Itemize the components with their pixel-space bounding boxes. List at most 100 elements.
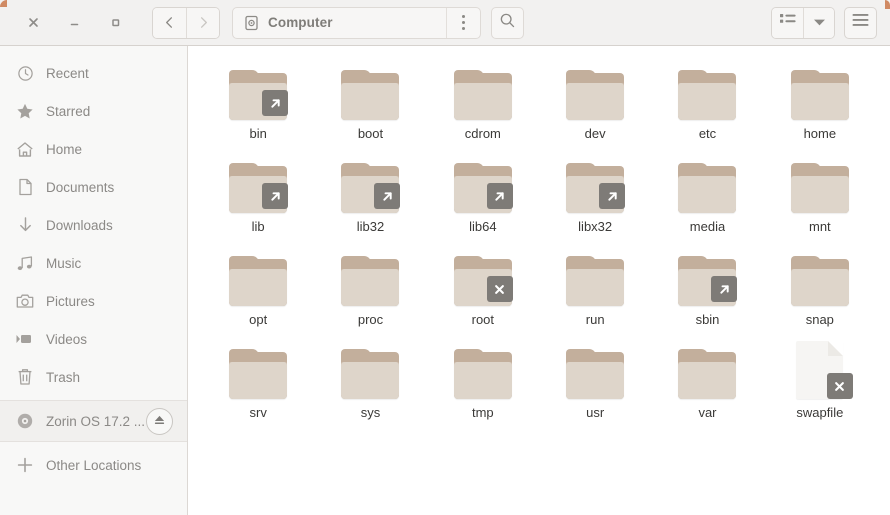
camera-icon [14,293,36,309]
file-item-label: proc [357,312,384,327]
file-icon [788,339,853,399]
file-item[interactable]: media [651,149,763,242]
file-item[interactable]: var [651,335,763,428]
hamburger-menu-icon [852,13,869,32]
file-item-label: media [689,219,726,234]
sidebar-item-documents[interactable]: Documents [0,168,187,206]
file-item[interactable]: cdrom [427,56,539,149]
path-menu-button[interactable] [446,7,480,38]
file-item-label: usr [586,405,605,420]
file-item[interactable]: bin [202,56,314,149]
sidebar-item-downloads[interactable]: Downloads [0,206,187,244]
file-item[interactable]: root [427,242,539,335]
computer-drive-icon [244,15,259,31]
sidebar-item-trash[interactable]: Trash [0,358,187,396]
sidebar-item-other-locations[interactable]: Other Locations [0,446,187,484]
file-item[interactable]: etc [651,56,763,149]
folder-icon [675,246,739,306]
folder-glyph [229,256,288,306]
folder-glyph [341,349,400,399]
folder-icon [788,153,852,213]
file-item[interactable]: boot [314,56,426,149]
folder-glyph [790,70,849,120]
symlink-emblem-icon [262,183,289,209]
file-item[interactable]: snap [764,242,876,335]
file-grid-view[interactable]: bin boot cdrom dev etc home lib lib32 lib64 libx3… [188,46,890,515]
folder-icon [563,153,627,213]
file-item[interactable]: sbin [651,242,763,335]
sidebar-item-label: Music [46,255,82,271]
forward-button[interactable] [186,7,219,38]
sidebar-item-device-zorin-os[interactable]: Zorin OS 17.2 ... [0,400,187,442]
sidebar-item-pictures[interactable]: Pictures [0,282,187,320]
file-item[interactable]: tmp [427,335,539,428]
file-item[interactable]: lib32 [314,149,426,242]
window-close-button[interactable] [18,8,48,38]
sidebar-item-starred[interactable]: Starred [0,92,187,130]
file-item-label: snap [805,312,834,327]
file-item[interactable]: home [764,56,876,149]
file-item[interactable]: swapfile [764,335,876,428]
file-item[interactable]: srv [202,335,314,428]
folder-glyph [790,163,849,213]
list-view-button[interactable] [772,7,803,38]
sidebar-item-music[interactable]: Music [0,244,187,282]
disc-icon [14,412,36,430]
sidebar-item-home[interactable]: Home [0,130,187,168]
symlink-emblem-icon [486,183,513,209]
file-item[interactable]: proc [314,242,426,335]
chevron-down-icon [813,14,826,32]
no-access-emblem-icon [826,373,853,399]
symlink-emblem-icon [711,276,738,302]
folder-glyph [453,70,512,120]
path-bar[interactable]: Computer [232,6,481,39]
back-button[interactable] [153,7,186,38]
file-item[interactable]: lib [202,149,314,242]
file-item-label: boot [357,126,384,141]
eject-icon [153,414,166,429]
file-item-label: lib32 [356,219,385,234]
folder-icon [226,153,290,213]
sidebar-item-recent[interactable]: Recent [0,54,187,92]
trash-icon [14,368,36,386]
file-item[interactable]: libx32 [539,149,651,242]
sidebar-item-label: Pictures [46,293,95,309]
file-item-label: bin [249,126,267,141]
symlink-emblem-icon [374,183,401,209]
list-view-icon [779,13,796,32]
search-button[interactable] [491,6,524,39]
folder-icon [338,339,402,399]
window-maximize-button[interactable] [100,8,130,38]
file-item[interactable]: opt [202,242,314,335]
symlink-emblem-icon [599,183,626,209]
folder-icon [563,60,627,120]
file-item[interactable]: run [539,242,651,335]
folder-icon [675,339,739,399]
folder-icon [226,246,290,306]
folder-glyph [678,349,737,399]
file-item[interactable]: mnt [764,149,876,242]
symlink-emblem-icon [262,90,289,116]
sidebar-item-videos[interactable]: Videos [0,320,187,358]
file-grid: bin boot cdrom dev etc home lib lib32 lib64 libx3… [188,56,890,428]
folder-icon [451,339,515,399]
file-item[interactable]: usr [539,335,651,428]
file-item[interactable]: sys [314,335,426,428]
folder-glyph [453,349,512,399]
main-menu-button[interactable] [844,6,877,39]
eject-button[interactable] [146,407,173,435]
home-icon [14,141,36,158]
window-minimize-button[interactable] [59,8,89,38]
file-item-label: libx32 [578,219,613,234]
kebab-menu-icon [462,15,465,30]
file-item[interactable]: lib64 [427,149,539,242]
file-item[interactable]: dev [539,56,651,149]
sidebar-item-label: Trash [46,369,81,385]
download-arrow-icon [14,216,36,234]
folder-icon [338,246,402,306]
folder-icon [675,153,739,213]
sidebar-item-label: Downloads [46,217,113,233]
view-options-dropdown-button[interactable] [803,7,834,38]
folder-icon [451,246,515,306]
no-access-emblem-icon [486,276,513,302]
